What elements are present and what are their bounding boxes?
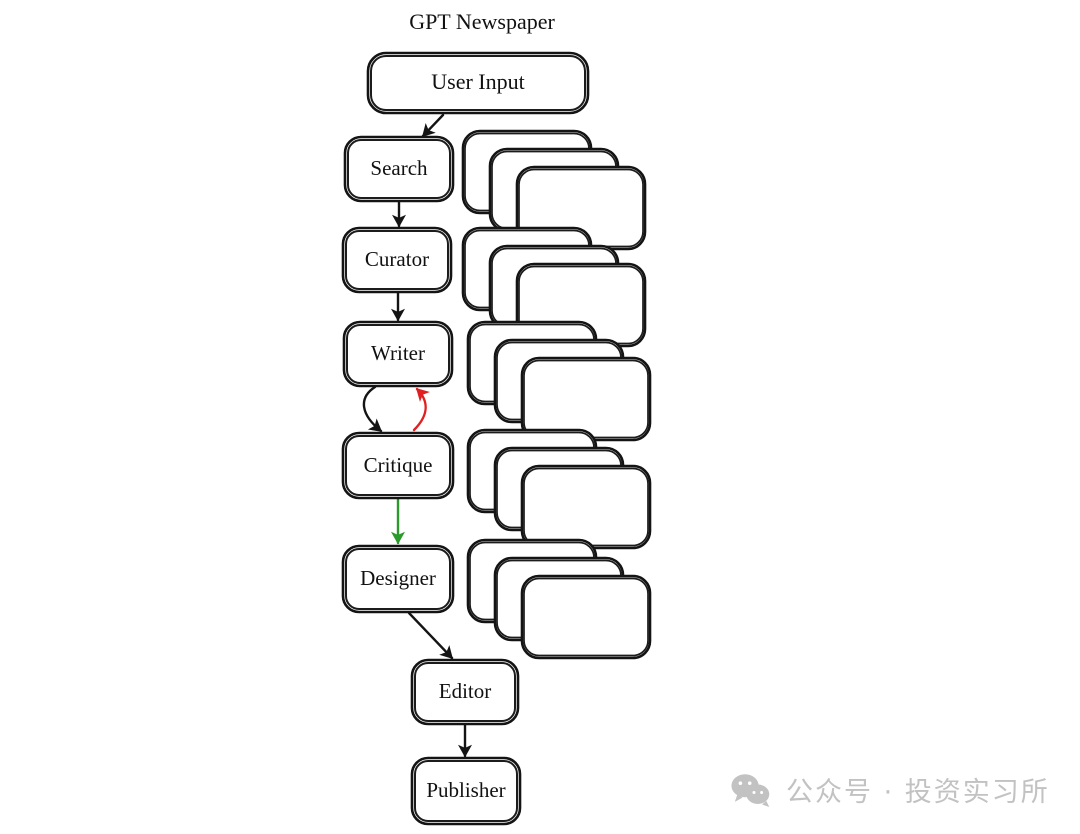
- watermark: 公众号 · 投资实习所: [730, 770, 1050, 809]
- edge-user-input-to-search: [421, 113, 445, 138]
- node-label-search: Search: [370, 156, 428, 180]
- edge-writer-to-critique: [362, 385, 383, 433]
- node-label-writer: Writer: [371, 341, 425, 365]
- node-search[interactable]: Search: [343, 135, 455, 203]
- node-label-publisher: Publisher: [426, 778, 505, 802]
- node-critique[interactable]: Critique: [341, 431, 455, 500]
- node-label-editor: Editor: [439, 679, 492, 703]
- node-label-designer: Designer: [360, 566, 436, 590]
- watermark-text: 公众号 · 投资实习所: [786, 777, 1050, 808]
- node-designer[interactable]: Designer: [341, 544, 455, 614]
- flowchart-svg: GPT Newspaper User Input Search Curator …: [341, 9, 652, 826]
- designer-stack: [466, 538, 652, 660]
- node-label-curator: Curator: [365, 247, 429, 271]
- wechat-icon: [731, 773, 770, 807]
- node-publisher[interactable]: Publisher: [410, 756, 522, 826]
- diagram-canvas: GPT Newspaper User Input Search Curator …: [0, 0, 1080, 834]
- critique-stack: [466, 428, 652, 550]
- node-writer[interactable]: Writer: [342, 320, 454, 388]
- edge-designer-to-editor: [407, 611, 454, 660]
- node-curator[interactable]: Curator: [341, 226, 453, 294]
- node-label-user-input: User Input: [431, 69, 524, 94]
- page-title: GPT Newspaper: [409, 9, 555, 34]
- node-user-input[interactable]: User Input: [366, 51, 590, 115]
- node-editor[interactable]: Editor: [410, 658, 520, 726]
- edge-critique-to-writer: [412, 387, 430, 432]
- node-label-critique: Critique: [364, 453, 433, 477]
